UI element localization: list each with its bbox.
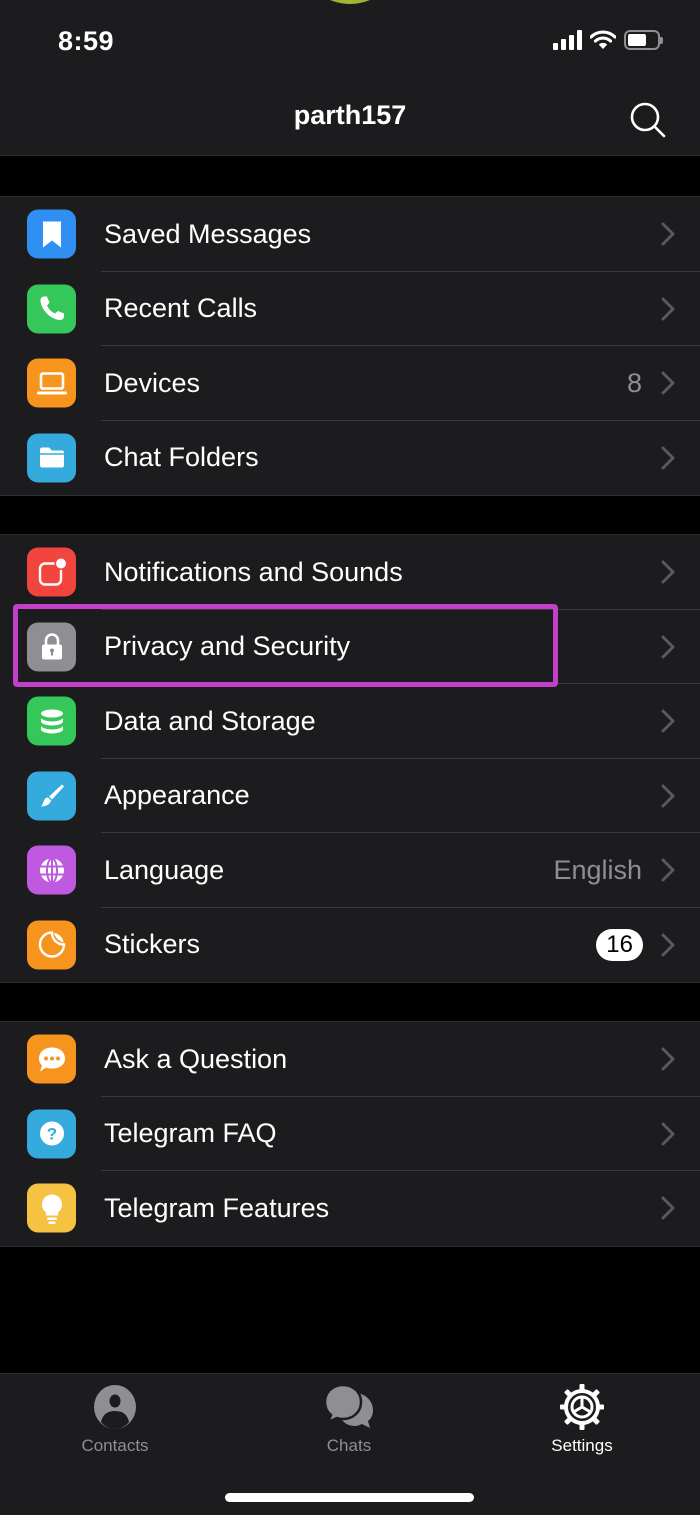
settings-item-label: Devices bbox=[104, 367, 201, 398]
settings-item-telegram-features[interactable]: Telegram Features bbox=[0, 1171, 700, 1246]
question-icon: ? bbox=[27, 1109, 76, 1159]
brush-icon bbox=[27, 771, 76, 821]
status-time: 8:59 bbox=[58, 26, 115, 56]
settings-item-devices[interactable]: Devices 8 bbox=[0, 346, 700, 421]
chevron-right-icon bbox=[661, 858, 675, 882]
chevron-right-icon bbox=[661, 933, 675, 957]
settings-item-chat-folders[interactable]: Chat Folders bbox=[0, 421, 700, 496]
chat-bubble-icon bbox=[27, 1034, 76, 1084]
wifi-icon bbox=[590, 30, 616, 49]
chevron-right-icon bbox=[661, 446, 675, 470]
globe-icon bbox=[27, 845, 76, 895]
settings-item-label: Telegram Features bbox=[104, 1192, 330, 1223]
phone-icon bbox=[27, 284, 76, 334]
settings-item-label: Chat Folders bbox=[104, 442, 259, 473]
settings-item-label: Saved Messages bbox=[104, 218, 312, 249]
chats-icon bbox=[323, 1384, 373, 1428]
stickers-count-badge: 16 bbox=[596, 928, 643, 961]
chevron-right-icon bbox=[661, 635, 675, 659]
tab-label: Chats bbox=[326, 1436, 372, 1455]
settings-item-privacy-security[interactable]: Privacy and Security bbox=[0, 610, 700, 684]
settings-item-label: Stickers bbox=[104, 929, 201, 960]
settings-item-language[interactable]: Language English bbox=[0, 833, 700, 908]
search-icon[interactable] bbox=[628, 100, 668, 140]
settings-item-label: Notifications and Sounds bbox=[104, 556, 403, 587]
settings-group-preferences: Notifications and Sounds Privacy and Sec… bbox=[0, 534, 700, 983]
chevron-right-icon bbox=[661, 371, 675, 395]
settings-group-help: Ask a Question ? Telegram FAQ Telegram F… bbox=[0, 1021, 700, 1247]
settings-item-label: Appearance bbox=[104, 780, 250, 811]
settings-item-appearance[interactable]: Appearance bbox=[0, 759, 700, 833]
tab-chats[interactable]: Chats bbox=[279, 1384, 419, 1456]
cellular-signal-icon bbox=[553, 30, 582, 50]
settings-item-notifications[interactable]: Notifications and Sounds bbox=[0, 535, 700, 610]
lightbulb-icon bbox=[27, 1183, 76, 1233]
settings-item-label: Recent Calls bbox=[104, 293, 258, 324]
settings-item-ask-question[interactable]: Ask a Question bbox=[0, 1022, 700, 1097]
contacts-icon bbox=[94, 1385, 136, 1429]
svg-text:?: ? bbox=[46, 1125, 56, 1144]
chevron-right-icon bbox=[661, 297, 675, 321]
tab-settings[interactable]: Settings bbox=[512, 1384, 652, 1456]
chevron-right-icon bbox=[661, 1047, 675, 1071]
tab-label: Contacts bbox=[81, 1436, 149, 1455]
tab-contacts[interactable]: Contacts bbox=[45, 1384, 185, 1456]
database-icon bbox=[27, 696, 76, 746]
sticker-icon bbox=[27, 920, 76, 970]
battery-icon bbox=[624, 30, 663, 50]
chevron-right-icon bbox=[661, 784, 675, 808]
devices-count: 8 bbox=[626, 367, 642, 398]
language-value: English bbox=[553, 854, 642, 885]
profile-avatar[interactable] bbox=[314, 0, 386, 4]
settings-item-saved-messages[interactable]: Saved Messages bbox=[0, 197, 700, 272]
page-title: parth157 bbox=[293, 100, 407, 130]
settings-item-label: Ask a Question bbox=[104, 1043, 288, 1074]
status-icons bbox=[553, 30, 663, 50]
bookmark-icon bbox=[27, 209, 76, 259]
chevron-right-icon bbox=[661, 560, 675, 584]
notification-icon bbox=[27, 547, 76, 597]
lock-icon bbox=[27, 622, 76, 672]
folder-icon bbox=[27, 433, 76, 483]
settings-item-telegram-faq[interactable]: ? Telegram FAQ bbox=[0, 1097, 700, 1171]
navigation-header: 8:59 parth157 bbox=[0, 0, 700, 156]
settings-item-label: Telegram FAQ bbox=[104, 1118, 277, 1149]
chevron-right-icon bbox=[661, 709, 675, 733]
laptop-icon bbox=[27, 358, 76, 408]
chevron-right-icon bbox=[661, 222, 675, 246]
settings-group-account: Saved Messages Recent Calls Devices 8 Ch… bbox=[0, 196, 700, 496]
settings-icon bbox=[560, 1384, 604, 1430]
settings-item-label: Language bbox=[104, 854, 225, 885]
chevron-right-icon bbox=[661, 1196, 675, 1220]
settings-item-recent-calls[interactable]: Recent Calls bbox=[0, 272, 700, 346]
tab-label: Settings bbox=[551, 1436, 613, 1455]
settings-item-data-storage[interactable]: Data and Storage bbox=[0, 684, 700, 759]
chevron-right-icon bbox=[661, 1122, 675, 1146]
settings-item-label: Privacy and Security bbox=[104, 631, 351, 662]
home-indicator[interactable] bbox=[225, 1493, 474, 1502]
settings-item-stickers[interactable]: Stickers 16 bbox=[0, 908, 700, 983]
settings-item-label: Data and Storage bbox=[104, 705, 316, 736]
